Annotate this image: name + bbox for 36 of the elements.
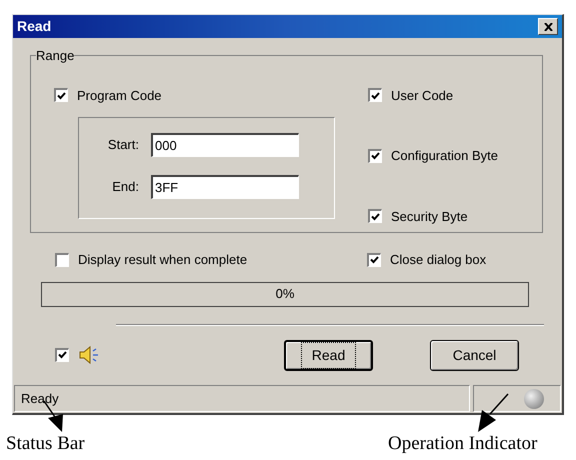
annotation-label: Operation Indicator bbox=[388, 434, 538, 453]
checkbox-label: Security Byte bbox=[391, 208, 468, 226]
checkbox-label: Display result when complete bbox=[78, 251, 248, 269]
check-icon bbox=[371, 152, 380, 160]
checkbox-label: Close dialog box bbox=[390, 251, 486, 269]
annotation-label: Status Bar bbox=[6, 434, 85, 453]
check-icon bbox=[58, 351, 67, 359]
checkbox[interactable] bbox=[368, 209, 382, 224]
checkbox[interactable] bbox=[368, 88, 382, 102]
close-icon bbox=[544, 22, 552, 30]
input-field[interactable]: 3FF bbox=[151, 175, 299, 199]
checkbox-label: User Code bbox=[391, 86, 454, 104]
check-icon bbox=[371, 92, 380, 100]
cancel-button[interactable]: Cancel bbox=[430, 340, 519, 370]
field-label: Start: bbox=[106, 136, 139, 154]
check-icon bbox=[370, 256, 379, 264]
field-label: End: bbox=[111, 178, 139, 196]
input-field[interactable]: 000 bbox=[151, 133, 299, 157]
checkbox[interactable] bbox=[368, 148, 382, 163]
speaker-icon bbox=[79, 345, 101, 365]
group-title: Range bbox=[36, 47, 74, 65]
indicator-light bbox=[524, 388, 544, 408]
checkbox[interactable] bbox=[55, 252, 69, 267]
status-text: Ready bbox=[21, 390, 59, 408]
checkbox-label: Configuration Byte bbox=[391, 147, 498, 165]
checkbox-label: Program Code bbox=[77, 86, 162, 105]
check-icon bbox=[371, 212, 380, 221]
close-button[interactable] bbox=[538, 18, 558, 35]
check-icon bbox=[57, 92, 66, 100]
read-button[interactable]: Read bbox=[284, 340, 373, 370]
window-title: Read bbox=[17, 17, 52, 36]
checkbox[interactable] bbox=[54, 88, 68, 102]
checkbox[interactable] bbox=[367, 252, 381, 267]
pointer-arrow bbox=[478, 394, 509, 432]
progress-text: 0% bbox=[276, 285, 294, 304]
checkbox[interactable] bbox=[55, 348, 69, 362]
